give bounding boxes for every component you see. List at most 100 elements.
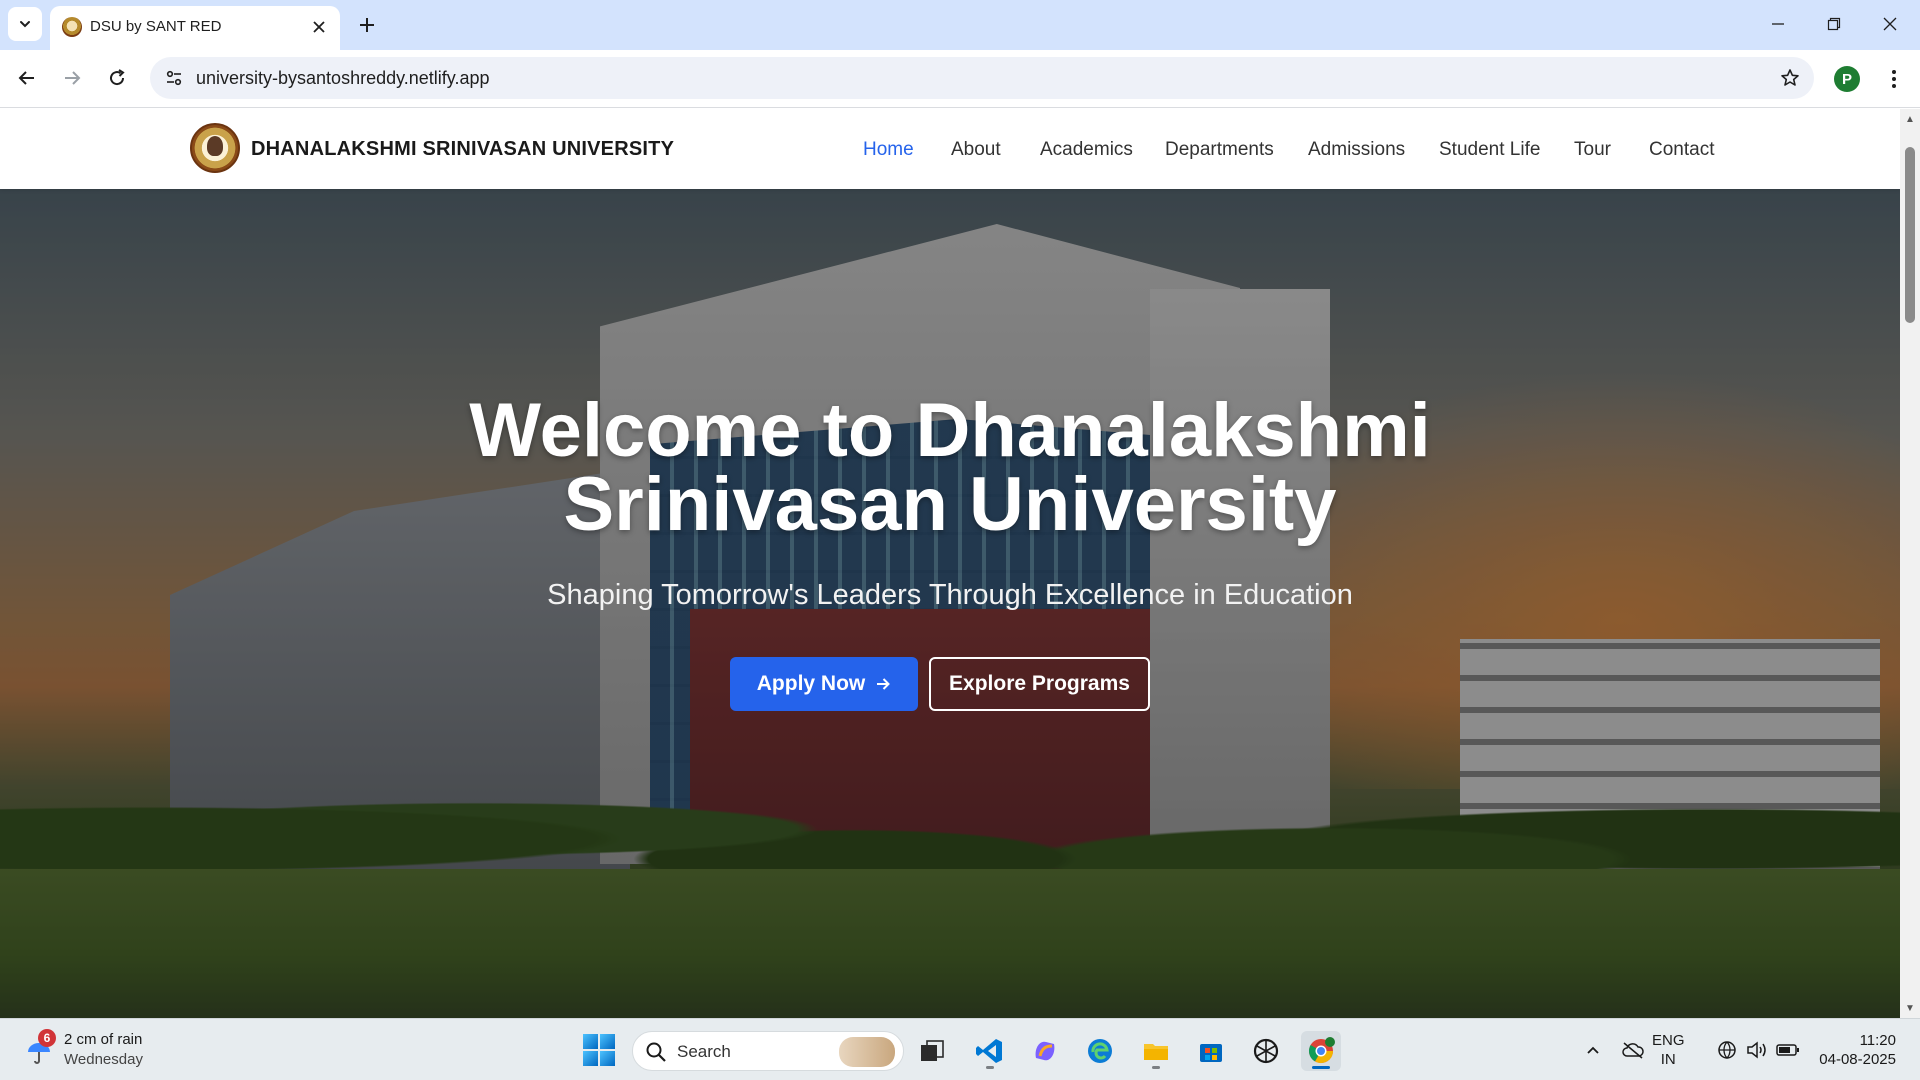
nav-link-student-life[interactable]: Student Life: [1439, 139, 1540, 161]
network-status[interactable]: [1714, 1035, 1740, 1065]
language-indicator[interactable]: ENG IN: [1652, 1031, 1685, 1069]
globe-network-icon: [1718, 1041, 1736, 1059]
volume-control[interactable]: [1744, 1035, 1770, 1065]
restore-icon: [1827, 17, 1841, 31]
browser-toolbar: university-bysantoshreddy.netlify.app P: [0, 50, 1920, 108]
university-logo[interactable]: [190, 123, 240, 173]
taskbar-app-vscode[interactable]: [970, 1031, 1010, 1071]
page-scrollbar[interactable]: ▲ ▼: [1900, 109, 1920, 1018]
scroll-up-arrow-icon[interactable]: ▲: [1904, 113, 1916, 125]
close-window-button[interactable]: [1870, 8, 1910, 40]
copilot-icon: [1035, 1041, 1055, 1061]
tab-list-button[interactable]: [8, 7, 42, 41]
search-icon: [646, 1042, 666, 1062]
clock-time: 11:20: [1859, 1032, 1896, 1049]
nav-link-admissions[interactable]: Admissions: [1308, 139, 1405, 161]
close-icon: [1883, 17, 1897, 31]
running-indicator: [986, 1066, 994, 1069]
star-icon: [1781, 69, 1799, 86]
browser-tab-active[interactable]: DSU by SANT RED: [50, 6, 340, 50]
arrow-right-icon: [65, 71, 81, 85]
plus-icon: [360, 18, 374, 32]
hero-title-line-2: Srinivasan University: [563, 462, 1337, 547]
more-vertical-icon: [1892, 70, 1896, 88]
chevron-up-icon: [1587, 1046, 1599, 1054]
taskbar-app-copilot[interactable]: [1025, 1031, 1065, 1071]
search-highlight-image: [839, 1037, 895, 1067]
browser-menu-button[interactable]: [1880, 64, 1908, 94]
edge-icon: [1088, 1039, 1112, 1063]
reload-button[interactable]: [99, 60, 135, 96]
nav-link-tour[interactable]: Tour: [1574, 139, 1611, 161]
bookmark-button[interactable]: [1776, 64, 1804, 92]
task-view-button[interactable]: [912, 1031, 952, 1071]
forward-button[interactable]: [54, 60, 90, 96]
hero-title-line-1: Welcome to Dhanalakshmi: [469, 388, 1431, 473]
address-bar[interactable]: university-bysantoshreddy.netlify.app: [150, 57, 1814, 99]
site-favicon-icon: [62, 17, 82, 37]
start-button[interactable]: [583, 1034, 615, 1066]
site-name[interactable]: DHANALAKSHMI SRINIVASAN UNIVERSITY: [251, 138, 674, 161]
hero-content: Welcome to Dhanalakshmi Srinivasan Unive…: [0, 189, 1900, 1018]
page-viewport: DHANALAKSHMI SRINIVASAN UNIVERSITY Home …: [0, 109, 1900, 1018]
running-indicator: [1152, 1066, 1160, 1069]
hero-subtitle: Shaping Tomorrow's Leaders Through Excel…: [547, 579, 1353, 611]
windows-taskbar: 6 2 cm of rain Wednesday Search ENG IN 1…: [0, 1018, 1920, 1080]
chatgpt-icon: [1253, 1038, 1279, 1064]
task-view-icon: [921, 1040, 944, 1061]
taskbar-app-chatgpt[interactable]: [1246, 1031, 1286, 1071]
scroll-down-arrow-icon[interactable]: ▼: [1904, 1002, 1916, 1014]
new-tab-button[interactable]: [352, 10, 382, 40]
start-icon: [583, 1034, 598, 1049]
profile-avatar[interactable]: P: [1834, 66, 1860, 92]
weather-text: 2 cm of rain: [64, 1031, 143, 1048]
chrome-icon: [1308, 1037, 1335, 1064]
tune-icon: [166, 70, 182, 86]
chevron-down-icon: [20, 21, 30, 28]
vscode-icon: [976, 1039, 1002, 1063]
taskbar-search[interactable]: Search: [632, 1031, 904, 1071]
hero-section: Welcome to Dhanalakshmi Srinivasan Unive…: [0, 189, 1900, 1018]
explore-programs-button[interactable]: Explore Programs: [929, 657, 1150, 711]
restore-button[interactable]: [1814, 8, 1854, 40]
tab-title: DSU by SANT RED: [90, 18, 222, 35]
speaker-icon: [1747, 1041, 1766, 1059]
arrow-right-icon: [877, 678, 891, 690]
battery-icon: [1776, 1044, 1799, 1056]
nav-link-departments[interactable]: Departments: [1165, 139, 1274, 161]
site-info-button[interactable]: [160, 64, 188, 92]
nav-link-home[interactable]: Home: [863, 139, 914, 161]
nav-link-about[interactable]: About: [951, 139, 1001, 161]
active-app-indicator: [1312, 1066, 1330, 1069]
hero-title: Welcome to Dhanalakshmi Srinivasan Unive…: [350, 393, 1550, 543]
minimize-button[interactable]: [1758, 8, 1798, 40]
back-button[interactable]: [9, 60, 45, 96]
taskbar-app-store[interactable]: [1191, 1031, 1231, 1071]
apply-now-button[interactable]: Apply Now: [730, 657, 918, 711]
language-code: ENG: [1652, 1032, 1685, 1049]
arrow-left-icon: [18, 71, 34, 85]
battery-status[interactable]: [1774, 1035, 1802, 1065]
weather-day: Wednesday: [64, 1051, 143, 1068]
weather-alert-badge: 6: [38, 1029, 56, 1047]
minimize-icon: [1772, 23, 1784, 25]
scrollbar-thumb[interactable]: [1905, 147, 1915, 323]
browser-tab-strip: DSU by SANT RED: [0, 0, 1920, 50]
taskbar-app-edge[interactable]: [1080, 1031, 1120, 1071]
system-clock[interactable]: 11:20 04-08-2025: [1810, 1031, 1896, 1069]
close-tab-button[interactable]: [308, 16, 330, 38]
nav-link-academics[interactable]: Academics: [1040, 139, 1133, 161]
site-header: DHANALAKSHMI SRINIVASAN UNIVERSITY Home …: [0, 109, 1900, 189]
show-hidden-icons-button[interactable]: [1580, 1035, 1606, 1065]
onedrive-status[interactable]: [1618, 1035, 1648, 1065]
cloud-offline-icon: [1622, 1042, 1644, 1059]
clock-date: 04-08-2025: [1819, 1051, 1896, 1068]
file-explorer-icon: [1144, 1044, 1168, 1060]
taskbar-app-file-explorer[interactable]: [1136, 1031, 1176, 1071]
reload-icon: [110, 69, 125, 86]
weather-widget[interactable]: 6 2 cm of rain Wednesday: [22, 1029, 182, 1073]
taskbar-app-chrome[interactable]: [1301, 1031, 1341, 1071]
apply-now-label: Apply Now: [756, 672, 866, 695]
close-icon: [313, 21, 325, 33]
nav-link-contact[interactable]: Contact: [1649, 139, 1714, 161]
